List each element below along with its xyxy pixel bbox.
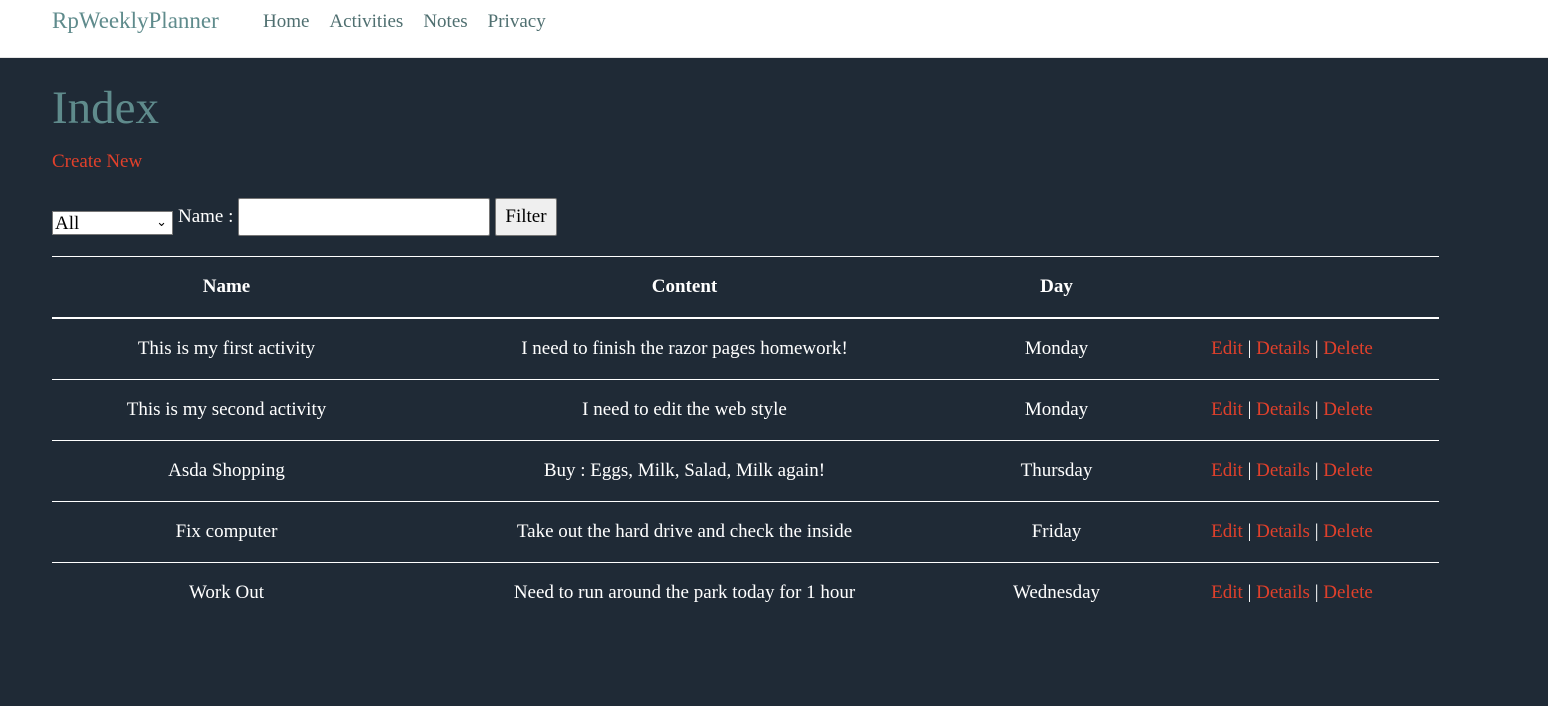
filter-form: All ⌄ Name : Filter	[52, 198, 557, 236]
delete-link[interactable]: Delete	[1323, 399, 1373, 420]
table-row: This is my second activity I need to edi…	[52, 379, 1439, 441]
row-actions: Edit | Details | Delete	[1145, 440, 1439, 502]
row-name: Asda Shopping	[52, 440, 401, 502]
action-separator: |	[1247, 521, 1252, 542]
row-actions: Edit | Details | Delete	[1145, 379, 1439, 441]
brand-link[interactable]: RpWeeklyPlanner	[52, 8, 219, 34]
edit-link[interactable]: Edit	[1211, 460, 1243, 481]
create-new-link[interactable]: Create New	[52, 151, 142, 173]
table-header: Name Content Day	[52, 256, 1439, 319]
nav-link-activities[interactable]: Activities	[329, 11, 403, 33]
page-title: Index	[52, 82, 160, 134]
edit-link[interactable]: Edit	[1211, 521, 1243, 542]
nav-link-notes[interactable]: Notes	[423, 11, 467, 33]
header-actions	[1145, 256, 1439, 319]
table-row: This is my first activity I need to fini…	[52, 318, 1439, 380]
row-content: I need to edit the web style	[401, 379, 968, 441]
delete-link[interactable]: Delete	[1323, 460, 1373, 481]
action-separator: |	[1247, 399, 1252, 420]
delete-link[interactable]: Delete	[1323, 521, 1373, 542]
row-name: This is my second activity	[52, 379, 401, 441]
header-content: Content	[401, 256, 968, 319]
nav-link-privacy[interactable]: Privacy	[488, 11, 546, 33]
row-content: Buy : Eggs, Milk, Salad, Milk again!	[401, 440, 968, 502]
row-content: Take out the hard drive and check the in…	[401, 501, 968, 563]
row-name: This is my first activity	[52, 318, 401, 380]
details-link[interactable]: Details	[1256, 399, 1310, 420]
delete-link[interactable]: Delete	[1323, 582, 1373, 603]
row-actions: Edit | Details | Delete	[1145, 501, 1439, 563]
row-day: Wednesday	[1012, 582, 1101, 603]
row-content: I need to finish the razor pages homewor…	[401, 318, 968, 380]
action-separator: |	[1314, 338, 1319, 359]
row-name: Fix computer	[52, 501, 401, 563]
filter-button[interactable]: Filter	[495, 198, 557, 236]
row-day: Monday	[968, 379, 1145, 441]
row-actions: Edit | Details | Delete	[1145, 318, 1439, 380]
row-name: Work Out	[189, 582, 264, 603]
row-content: Need to run around the park today for 1 …	[513, 582, 856, 603]
details-link[interactable]: Details	[1256, 521, 1310, 542]
name-filter-input[interactable]	[238, 198, 491, 236]
table-row: Work Out Need to run around the park tod…	[52, 563, 1439, 624]
table-row: Fix computer Take out the hard drive and…	[52, 501, 1439, 563]
action-separator: |	[1314, 460, 1319, 481]
nav-link-home[interactable]: Home	[263, 11, 309, 33]
row-day: Thursday	[968, 440, 1145, 502]
edit-link[interactable]: Edit	[1211, 338, 1243, 359]
details-link[interactable]: Details	[1256, 338, 1310, 359]
edit-link[interactable]: Edit	[1211, 582, 1243, 603]
action-separator: |	[1314, 399, 1319, 420]
row-day: Friday	[968, 501, 1145, 563]
action-separator: |	[1247, 582, 1252, 603]
day-select-wrapper: All ⌄	[52, 211, 173, 235]
row-day: Monday	[968, 318, 1145, 380]
header-row: Name Content Day	[52, 256, 1439, 319]
day-filter-select[interactable]: All	[52, 211, 173, 235]
top-navbar: RpWeeklyPlanner Home Activities Notes Pr…	[0, 0, 1548, 58]
name-filter-label: Name :	[178, 206, 234, 227]
action-separator: |	[1314, 582, 1319, 603]
details-link[interactable]: Details	[1256, 582, 1310, 603]
action-separator: |	[1247, 460, 1252, 481]
action-separator: |	[1314, 521, 1319, 542]
header-day: Day	[968, 256, 1145, 319]
row-actions: Edit | Details | Delete	[1145, 563, 1439, 624]
delete-link[interactable]: Delete	[1323, 338, 1373, 359]
main-nav: Home Activities Notes Privacy	[263, 11, 546, 33]
details-link[interactable]: Details	[1256, 460, 1310, 481]
activities-table: Name Content Day This is my first activi…	[52, 256, 1439, 623]
action-separator: |	[1247, 338, 1252, 359]
edit-link[interactable]: Edit	[1211, 399, 1243, 420]
header-name: Name	[52, 256, 401, 319]
table-body: This is my first activity I need to fini…	[52, 318, 1439, 623]
table-row: Asda Shopping Buy : Eggs, Milk, Salad, M…	[52, 440, 1439, 502]
